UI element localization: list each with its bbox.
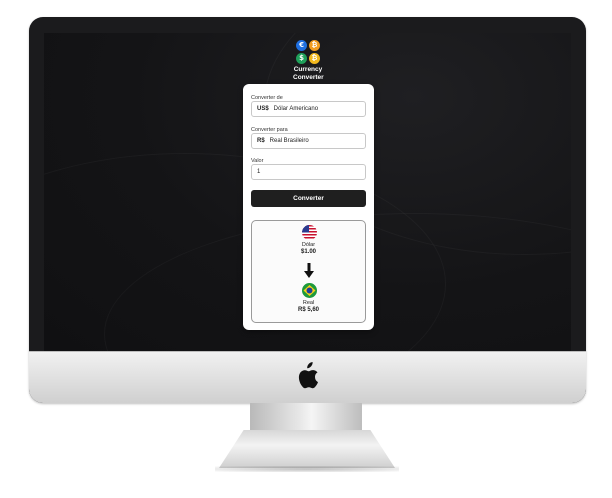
euro-coin-icon: € [296, 40, 307, 51]
to-currency-value: Real Brasileiro [269, 138, 309, 144]
amount-input[interactable]: 1 [251, 164, 366, 180]
arrow-down-icon [304, 263, 314, 278]
brazil-flag-icon [302, 283, 317, 298]
convert-button[interactable]: Converter [251, 190, 366, 207]
bitcoin-coin-icon: ₿ [309, 40, 320, 51]
dollar-coin-icon: $ [296, 53, 307, 64]
to-amount: R$ 5,60 [297, 307, 319, 313]
app-name-line1: Currency [293, 66, 323, 73]
app-name-line2: Converter [293, 74, 324, 81]
to-currency-select[interactable]: R$ Real Brasileiro [251, 133, 366, 149]
app-logo: € ₿ $ ₿ Currency Converter [293, 39, 324, 81]
from-currency-select[interactable]: US$ Dólar Americano [251, 101, 366, 117]
from-currency-value: Dólar Americano [273, 106, 319, 112]
us-flag-icon [302, 225, 317, 240]
to-currency-name: Real [302, 300, 315, 306]
from-currency-symbol: US$ [257, 106, 269, 112]
imac-stand-neck [250, 403, 362, 433]
imac-chin [29, 351, 586, 403]
stand-shadow [215, 466, 399, 472]
currency-coins-icon: € ₿ $ ₿ [295, 39, 321, 65]
from-currency-name: Dólar [301, 242, 316, 248]
converter-card: Converter de US$ Dólar Americano Converte… [243, 84, 374, 330]
imac-stand-foot [219, 430, 395, 468]
from-amount: $1.00 [300, 249, 316, 255]
apple-logo-icon [298, 362, 318, 389]
to-currency-symbol: R$ [257, 138, 265, 144]
bitcoin-coin-icon: ₿ [309, 53, 320, 64]
conversion-result: Dólar $1.00 Real R$ 5,60 [251, 220, 366, 323]
